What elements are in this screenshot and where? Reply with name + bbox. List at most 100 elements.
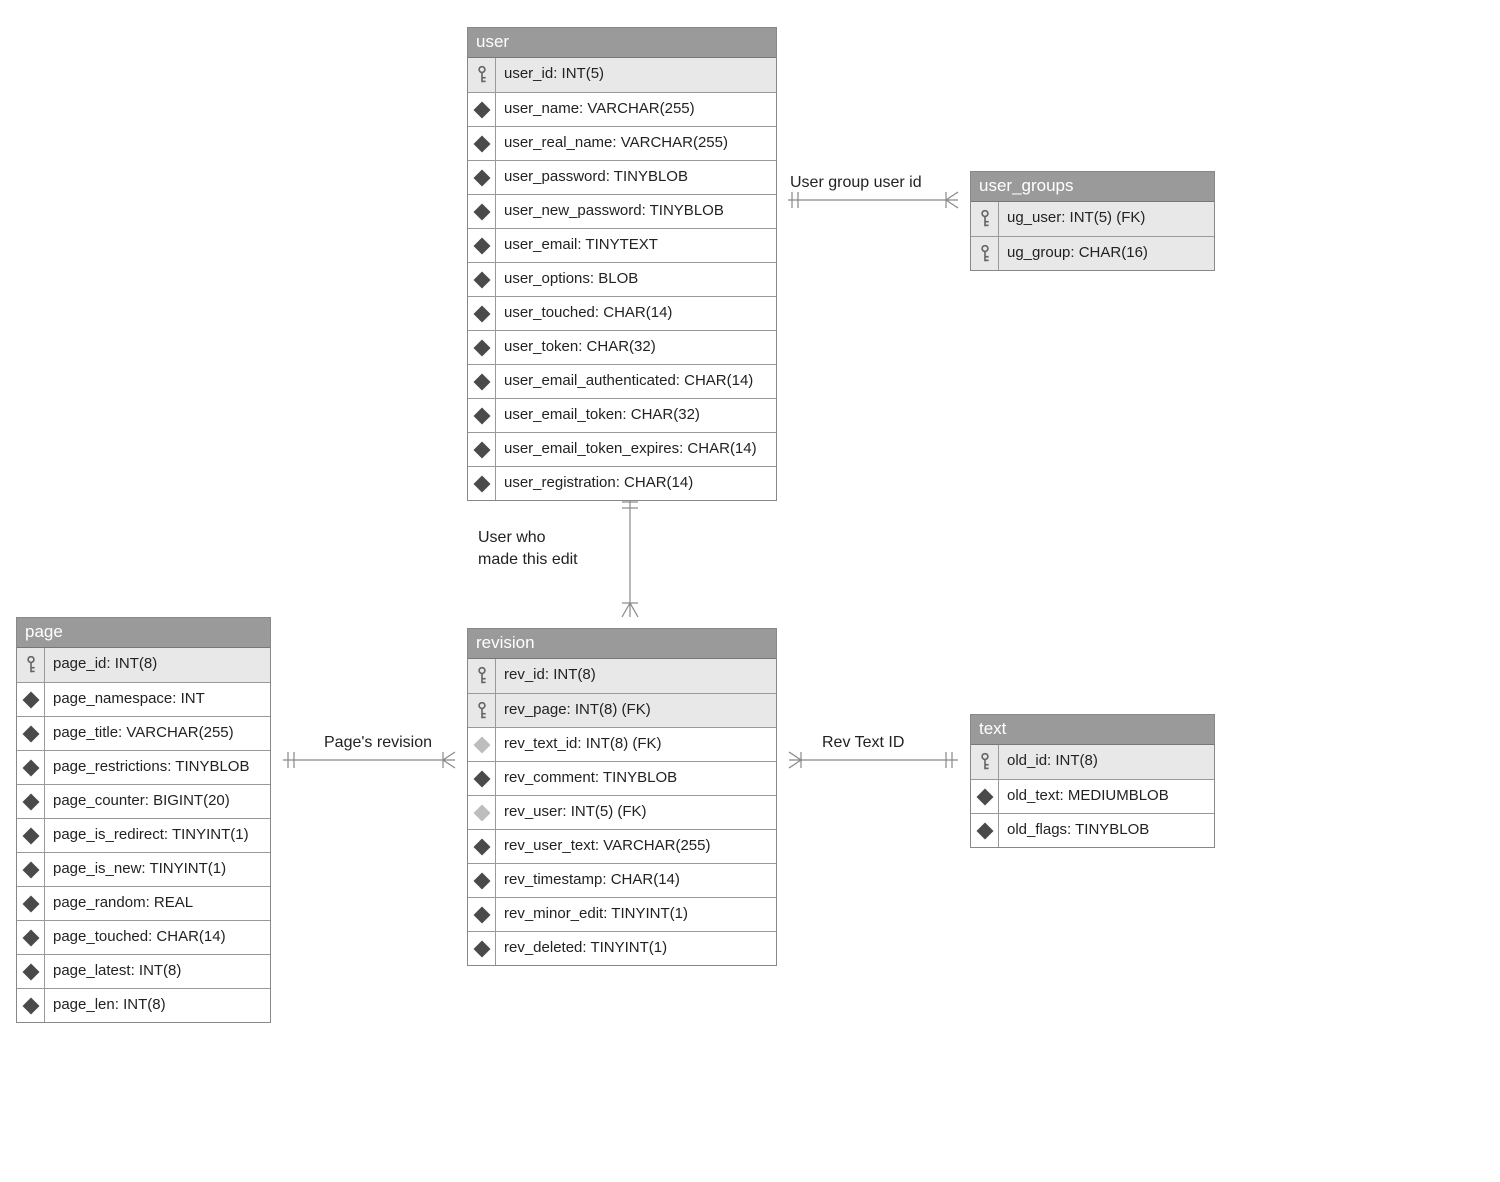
field-icon-cell bbox=[468, 796, 496, 829]
diamond-icon bbox=[976, 822, 993, 839]
entity-field-row[interactable]: old_flags: TINYBLOB bbox=[971, 813, 1214, 847]
entity-field-row[interactable]: page_title: VARCHAR(255) bbox=[17, 716, 270, 750]
diamond-icon bbox=[22, 895, 39, 912]
field-label: user_token: CHAR(32) bbox=[496, 331, 776, 364]
entity-field-row[interactable]: page_is_new: TINYINT(1) bbox=[17, 852, 270, 886]
entity-field-row[interactable]: rev_user: INT(5) (FK) bbox=[468, 795, 776, 829]
field-label: old_flags: TINYBLOB bbox=[999, 814, 1214, 847]
entity-field-row[interactable]: rev_deleted: TINYINT(1) bbox=[468, 931, 776, 965]
entity-field-row[interactable]: rev_user_text: VARCHAR(255) bbox=[468, 829, 776, 863]
field-icon-cell bbox=[468, 694, 496, 727]
key-icon bbox=[475, 65, 489, 85]
entity-text[interactable]: textold_id: INT(8)old_text: MEDIUMBLOBol… bbox=[970, 714, 1215, 848]
entity-field-row[interactable]: user_registration: CHAR(14) bbox=[468, 466, 776, 500]
field-label: page_counter: BIGINT(20) bbox=[45, 785, 270, 818]
key-icon bbox=[475, 666, 489, 686]
entity-field-row[interactable]: old_text: MEDIUMBLOB bbox=[971, 779, 1214, 813]
entity-field-row[interactable]: user_email_token_expires: CHAR(14) bbox=[468, 432, 776, 466]
entity-field-row[interactable]: user_options: BLOB bbox=[468, 262, 776, 296]
field-icon-cell bbox=[17, 785, 45, 818]
entity-field-row[interactable]: user_token: CHAR(32) bbox=[468, 330, 776, 364]
entity-field-row[interactable]: rev_timestamp: CHAR(14) bbox=[468, 863, 776, 897]
entity-field-row[interactable]: rev_page: INT(8) (FK) bbox=[468, 693, 776, 727]
entity-page[interactable]: pagepage_id: INT(8)page_namespace: INTpa… bbox=[16, 617, 271, 1023]
field-icon-cell bbox=[971, 202, 999, 236]
er-diagram-canvas: User group user id User whomade this edi… bbox=[0, 0, 1500, 1182]
field-icon-cell bbox=[17, 887, 45, 920]
diamond-icon bbox=[976, 788, 993, 805]
diamond-icon bbox=[22, 691, 39, 708]
entity-field-row[interactable]: ug_user: INT(5) (FK) bbox=[971, 202, 1214, 236]
entity-field-row[interactable]: rev_text_id: INT(8) (FK) bbox=[468, 727, 776, 761]
entity-field-row[interactable]: ug_group: CHAR(16) bbox=[971, 236, 1214, 270]
entity-field-row[interactable]: page_len: INT(8) bbox=[17, 988, 270, 1022]
entity-user[interactable]: useruser_id: INT(5)user_name: VARCHAR(25… bbox=[467, 27, 777, 501]
field-label: user_options: BLOB bbox=[496, 263, 776, 296]
field-icon-cell bbox=[468, 467, 496, 500]
field-label: rev_minor_edit: TINYINT(1) bbox=[496, 898, 776, 931]
diamond-icon bbox=[473, 736, 490, 753]
field-icon-cell bbox=[17, 751, 45, 784]
field-label: rev_text_id: INT(8) (FK) bbox=[496, 728, 776, 761]
entity-field-row[interactable]: page_namespace: INT bbox=[17, 682, 270, 716]
entity-user-groups[interactable]: user_groupsug_user: INT(5) (FK)ug_group:… bbox=[970, 171, 1215, 271]
entity-field-row[interactable]: page_counter: BIGINT(20) bbox=[17, 784, 270, 818]
key-icon bbox=[978, 209, 992, 229]
entity-fields: old_id: INT(8)old_text: MEDIUMBLOBold_fl… bbox=[971, 745, 1214, 847]
entity-field-row[interactable]: user_real_name: VARCHAR(255) bbox=[468, 126, 776, 160]
entity-title: user_groups bbox=[971, 172, 1214, 202]
diamond-icon bbox=[22, 997, 39, 1014]
field-icon-cell bbox=[468, 365, 496, 398]
relationship-label-page-revision: Page's revision bbox=[324, 732, 432, 754]
diamond-icon bbox=[473, 906, 490, 923]
field-label: rev_deleted: TINYINT(1) bbox=[496, 932, 776, 965]
entity-field-row[interactable]: page_latest: INT(8) bbox=[17, 954, 270, 988]
entity-field-row[interactable]: user_email_token: CHAR(32) bbox=[468, 398, 776, 432]
entity-field-row[interactable]: user_new_password: TINYBLOB bbox=[468, 194, 776, 228]
entity-field-row[interactable]: user_password: TINYBLOB bbox=[468, 160, 776, 194]
entity-fields: page_id: INT(8)page_namespace: INTpage_t… bbox=[17, 648, 270, 1022]
field-icon-cell bbox=[17, 648, 45, 682]
entity-field-row[interactable]: user_id: INT(5) bbox=[468, 58, 776, 92]
entity-field-row[interactable]: rev_id: INT(8) bbox=[468, 659, 776, 693]
entity-field-row[interactable]: user_name: VARCHAR(255) bbox=[468, 92, 776, 126]
entity-field-row[interactable]: rev_comment: TINYBLOB bbox=[468, 761, 776, 795]
field-label: rev_user: INT(5) (FK) bbox=[496, 796, 776, 829]
field-icon-cell bbox=[468, 898, 496, 931]
diamond-icon bbox=[473, 169, 490, 186]
diamond-icon bbox=[473, 101, 490, 118]
entity-field-row[interactable]: old_id: INT(8) bbox=[971, 745, 1214, 779]
field-icon-cell bbox=[971, 780, 999, 813]
field-icon-cell bbox=[468, 728, 496, 761]
entity-field-row[interactable]: user_email_authenticated: CHAR(14) bbox=[468, 364, 776, 398]
diamond-icon bbox=[473, 203, 490, 220]
field-icon-cell bbox=[971, 237, 999, 270]
key-icon bbox=[24, 655, 38, 675]
entity-field-row[interactable]: rev_minor_edit: TINYINT(1) bbox=[468, 897, 776, 931]
entity-field-row[interactable]: user_touched: CHAR(14) bbox=[468, 296, 776, 330]
field-label: user_real_name: VARCHAR(255) bbox=[496, 127, 776, 160]
field-icon-cell bbox=[468, 58, 496, 92]
field-label: rev_page: INT(8) (FK) bbox=[496, 694, 776, 727]
entity-title: text bbox=[971, 715, 1214, 745]
relationship-label-user-usergroups: User group user id bbox=[790, 172, 922, 194]
entity-field-row[interactable]: page_id: INT(8) bbox=[17, 648, 270, 682]
relationship-label-revision-text: Rev Text ID bbox=[822, 732, 904, 754]
entity-field-row[interactable]: page_touched: CHAR(14) bbox=[17, 920, 270, 954]
entity-fields: rev_id: INT(8)rev_page: INT(8) (FK)rev_t… bbox=[468, 659, 776, 965]
field-icon-cell bbox=[468, 433, 496, 466]
key-icon bbox=[978, 752, 992, 772]
entity-field-row[interactable]: page_random: REAL bbox=[17, 886, 270, 920]
entity-field-row[interactable]: page_restrictions: TINYBLOB bbox=[17, 750, 270, 784]
field-icon-cell bbox=[468, 195, 496, 228]
entity-field-row[interactable]: page_is_redirect: TINYINT(1) bbox=[17, 818, 270, 852]
entity-field-row[interactable]: user_email: TINYTEXT bbox=[468, 228, 776, 262]
relationship-label-user-revision: User whomade this edit bbox=[478, 527, 578, 570]
field-label: user_touched: CHAR(14) bbox=[496, 297, 776, 330]
field-icon-cell bbox=[17, 989, 45, 1022]
field-label: page_len: INT(8) bbox=[45, 989, 270, 1022]
entity-fields: ug_user: INT(5) (FK)ug_group: CHAR(16) bbox=[971, 202, 1214, 270]
entity-revision[interactable]: revisionrev_id: INT(8)rev_page: INT(8) (… bbox=[467, 628, 777, 966]
field-icon-cell bbox=[468, 331, 496, 364]
field-label: page_touched: CHAR(14) bbox=[45, 921, 270, 954]
